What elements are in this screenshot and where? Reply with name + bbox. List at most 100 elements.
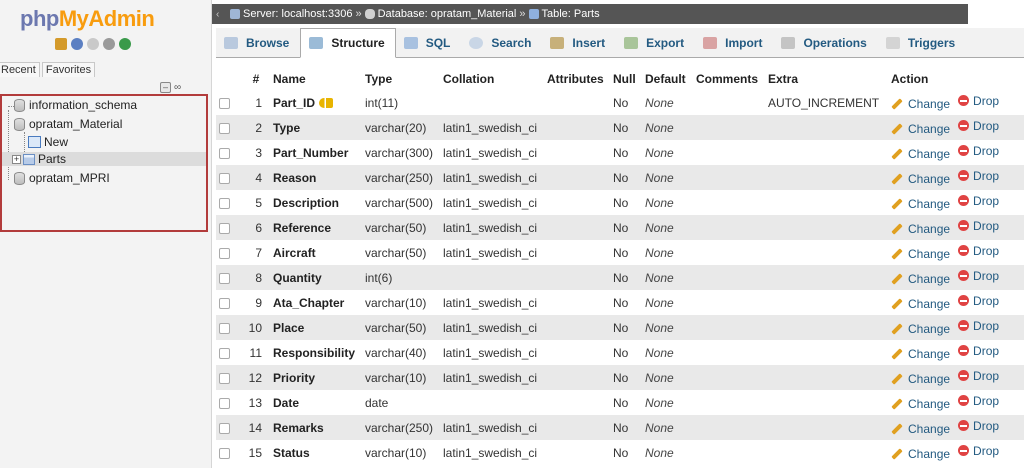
table-row[interactable]: 5 Description varchar(500) latin1_swedish_c… (216, 190, 1024, 215)
docs-icon[interactable] (87, 38, 99, 50)
table-row[interactable]: 8 Quantity int(6) No None Change Drop (216, 265, 1024, 290)
phpmyadmin-logo[interactable]: phpMyAdmin (20, 6, 155, 32)
change-button[interactable]: Change (891, 197, 950, 211)
change-button[interactable]: Change (891, 247, 950, 261)
row-checkbox[interactable] (219, 272, 230, 284)
drop-button[interactable]: Drop (958, 369, 999, 383)
row-checkbox[interactable] (219, 372, 230, 384)
drop-button[interactable]: Drop (958, 269, 999, 283)
row-checkbox[interactable] (219, 347, 230, 359)
row-checkbox[interactable] (219, 122, 230, 134)
change-button[interactable]: Change (891, 322, 950, 336)
tab-sql[interactable]: SQL (396, 28, 462, 57)
home-icon[interactable] (55, 38, 67, 50)
logout-icon[interactable] (71, 38, 83, 50)
expand-icon[interactable]: + (12, 154, 21, 164)
table-row[interactable]: 13 Date date No None Change Drop (216, 390, 1024, 415)
link-tree-icon[interactable]: ∞ (174, 82, 181, 93)
back-arrow-icon[interactable]: ‹ (216, 9, 230, 20)
tab-triggers[interactable]: Triggers (878, 28, 966, 57)
row-checkbox[interactable] (219, 172, 230, 184)
drop-button[interactable]: Drop (958, 319, 999, 333)
tab-operations[interactable]: Operations (773, 28, 877, 57)
tree-new-table[interactable]: New (28, 135, 68, 149)
row-checkbox[interactable] (219, 147, 230, 159)
column-extra (765, 365, 888, 390)
table-row[interactable]: 14 Remarks varchar(250) latin1_swedish_ci No… (216, 415, 1024, 440)
table-row[interactable]: 4 Reason varchar(250) latin1_swedish_ci No No… (216, 165, 1024, 190)
change-button[interactable]: Change (891, 422, 950, 436)
tab-search[interactable]: Search (461, 28, 542, 57)
drop-button[interactable]: Drop (958, 219, 999, 233)
drop-button[interactable]: Drop (958, 194, 999, 208)
change-button[interactable]: Change (891, 397, 950, 411)
drop-button[interactable]: Drop (958, 169, 999, 183)
header-comments[interactable]: Comments (693, 68, 765, 90)
drop-button[interactable]: Drop (958, 444, 999, 458)
tab-structure[interactable]: Structure (300, 28, 396, 58)
change-button[interactable]: Change (891, 347, 950, 361)
row-checkbox[interactable] (219, 297, 230, 309)
drop-button[interactable]: Drop (958, 144, 999, 158)
header-name[interactable]: Name (270, 68, 362, 90)
tree-db-information-schema[interactable]: information_schema (4, 98, 137, 112)
header-extra[interactable]: Extra (765, 68, 888, 90)
breadcrumb-server[interactable]: Server: localhost:3306 (243, 8, 352, 20)
header-type[interactable]: Type (362, 68, 440, 90)
tree-table-parts[interactable]: + Parts (2, 152, 206, 166)
tree-db-opratam-material[interactable]: opratam_Material (4, 117, 122, 131)
row-checkbox[interactable] (219, 247, 230, 259)
table-row[interactable]: 10 Place varchar(50) latin1_swedish_ci No Non… (216, 315, 1024, 340)
drop-button[interactable]: Drop (958, 394, 999, 408)
change-button[interactable]: Change (891, 297, 950, 311)
table-row[interactable]: 7 Aircraft varchar(50) latin1_swedish_ci No N… (216, 240, 1024, 265)
tab-browse[interactable]: Browse (216, 28, 300, 57)
tab-insert[interactable]: Insert (542, 28, 616, 57)
drop-button[interactable]: Drop (958, 419, 999, 433)
table-row[interactable]: 3 Part_Number varchar(300) latin1_swedish_c… (216, 140, 1024, 165)
drop-button[interactable]: Drop (958, 344, 999, 358)
nav-tab-favorites[interactable]: Favorites (41, 62, 96, 77)
change-button[interactable]: Change (891, 172, 950, 186)
change-button[interactable]: Change (891, 272, 950, 286)
change-button[interactable]: Change (891, 147, 950, 161)
table-row[interactable]: 12 Priority varchar(10) latin1_swedish_ci No… (216, 365, 1024, 390)
row-checkbox[interactable] (219, 197, 230, 209)
drop-button[interactable]: Drop (958, 294, 999, 308)
drop-button[interactable]: Drop (958, 244, 999, 258)
drop-label: Drop (973, 393, 1000, 408)
breadcrumb-database[interactable]: Database: opratam_Material (378, 8, 517, 20)
row-checkbox[interactable] (219, 97, 230, 109)
table-row[interactable]: 2 Type varchar(20) latin1_swedish_ci No None C… (216, 115, 1024, 140)
change-button[interactable]: Change (891, 97, 950, 111)
reload-icon[interactable] (119, 38, 131, 50)
collapse-all-icon[interactable]: – (160, 82, 171, 93)
table-row[interactable]: 1 Part_ID int(11) No None AUTO_INCREMENT Chang… (216, 90, 1024, 115)
settings-gear-icon[interactable] (103, 38, 115, 50)
pencil-icon (891, 373, 903, 385)
table-row[interactable]: 15 Status varchar(10) latin1_swedish_ci No No… (216, 440, 1024, 465)
header-collation[interactable]: Collation (440, 68, 544, 90)
tab-export[interactable]: Export (616, 28, 695, 57)
row-checkbox[interactable] (219, 422, 230, 434)
table-row[interactable]: 11 Responsibility varchar(40) latin1_swedis… (216, 340, 1024, 365)
drop-button[interactable]: Drop (958, 119, 999, 133)
tree-db-opratam-mpri[interactable]: opratam_MPRI (4, 171, 110, 185)
row-checkbox[interactable] (219, 222, 230, 234)
change-button[interactable]: Change (891, 122, 950, 136)
header-attributes[interactable]: Attributes (544, 68, 610, 90)
table-row[interactable]: 9 Ata_Chapter varchar(10) latin1_swedish_ci… (216, 290, 1024, 315)
drop-button[interactable]: Drop (958, 94, 999, 108)
header-null[interactable]: Null (610, 68, 642, 90)
table-row[interactable]: 6 Reference varchar(50) latin1_swedish_ci No… (216, 215, 1024, 240)
breadcrumb-table[interactable]: Table: Parts (542, 8, 600, 20)
tab-import[interactable]: Import (695, 28, 773, 57)
row-checkbox[interactable] (219, 322, 230, 334)
change-button[interactable]: Change (891, 222, 950, 236)
change-button[interactable]: Change (891, 372, 950, 386)
row-checkbox[interactable] (219, 447, 230, 459)
nav-tab-recent[interactable]: Recent (0, 62, 40, 77)
row-checkbox[interactable] (219, 397, 230, 409)
change-button[interactable]: Change (891, 447, 950, 461)
header-default[interactable]: Default (642, 68, 693, 90)
